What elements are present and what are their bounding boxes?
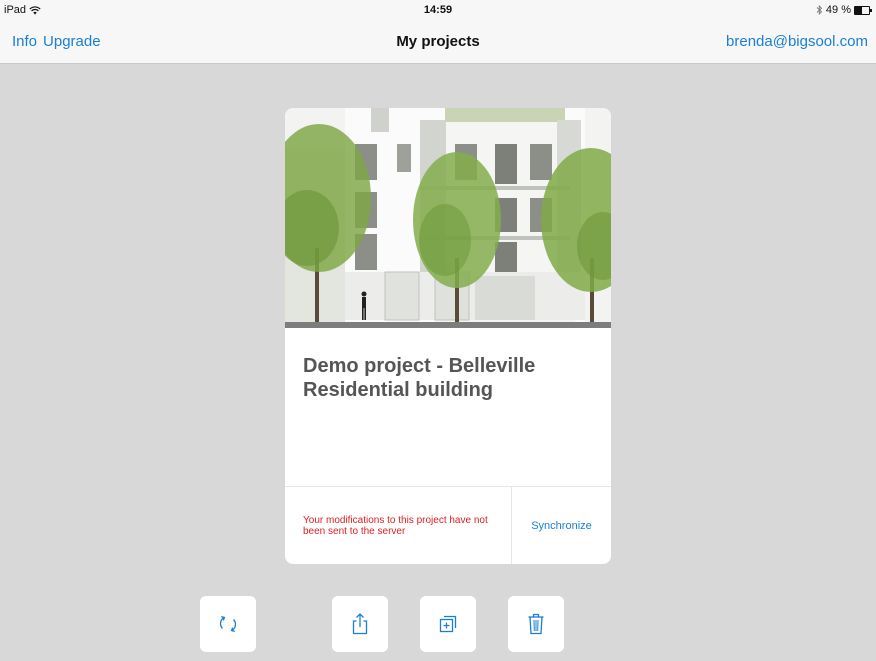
status-right: 49 % xyxy=(816,4,872,16)
info-button[interactable]: Info xyxy=(12,33,37,50)
project-thumbnail xyxy=(285,108,611,328)
duplicate-button[interactable] xyxy=(420,596,476,652)
battery-icon xyxy=(854,5,872,15)
synchronize-button[interactable]: Synchronize xyxy=(512,487,611,564)
status-bar: iPad 14:59 49 % xyxy=(0,0,876,20)
status-time: 14:59 xyxy=(423,4,453,16)
card-footer: Your modifications to this project have … xyxy=(285,486,611,564)
project-title: Demo project - Belleville Residential bu… xyxy=(303,355,536,401)
share-button[interactable] xyxy=(332,596,388,652)
upgrade-button[interactable]: Upgrade xyxy=(43,33,101,50)
refresh-icon xyxy=(219,615,237,633)
project-card[interactable]: Demo project - Belleville Residential bu… xyxy=(285,108,611,564)
battery-percent: 49 % xyxy=(825,4,851,16)
nav-left-actions: Info Upgrade xyxy=(12,33,101,50)
battery-level xyxy=(855,6,862,14)
delete-button[interactable] xyxy=(508,596,564,652)
refresh-button[interactable] xyxy=(200,596,256,652)
navigation-bar: Info Upgrade My projects brenda@bigsool.… xyxy=(0,20,876,64)
share-icon xyxy=(352,613,368,635)
bluetooth-icon xyxy=(816,5,823,15)
unsynced-warning: Your modifications to this project have … xyxy=(303,515,488,537)
account-button[interactable]: brenda@bigsool.com xyxy=(726,33,868,50)
trash-icon xyxy=(528,613,544,635)
duplicate-icon xyxy=(439,615,457,633)
synchronize-label: Synchronize xyxy=(531,519,592,532)
